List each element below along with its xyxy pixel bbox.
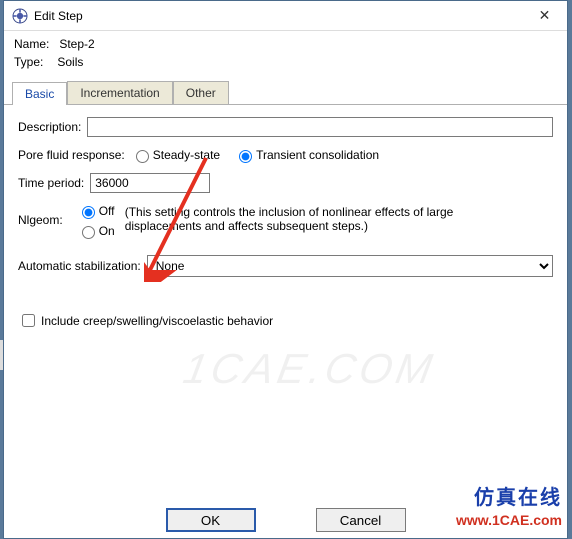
creep-label: Include creep/swelling/viscoelastic beha… xyxy=(41,314,273,328)
tab-other[interactable]: Other xyxy=(173,81,229,104)
description-label: Description: xyxy=(18,120,81,134)
name-row: Name: Step-2 xyxy=(14,37,557,51)
radio-nlgeom-off-label: Off xyxy=(99,204,115,218)
tab-basic[interactable]: Basic xyxy=(12,82,67,105)
close-icon: ✕ xyxy=(539,7,551,24)
description-row: Description: xyxy=(18,117,553,137)
pore-fluid-label: Pore fluid response: xyxy=(18,148,125,162)
description-input[interactable] xyxy=(87,117,553,137)
watermark-text: 1CAE.COM xyxy=(180,345,440,393)
nlgeom-row: Nlgeom: Off On (This setting controls th… xyxy=(18,203,553,243)
radio-nlgeom-off[interactable]: Off xyxy=(77,203,115,219)
time-period-row: Time period: xyxy=(18,173,553,193)
radio-transient-input[interactable] xyxy=(239,150,252,163)
nlgeom-label: Nlgeom: xyxy=(18,203,63,227)
creep-row: Include creep/swelling/viscoelastic beha… xyxy=(18,311,553,330)
radio-steady-state-input[interactable] xyxy=(136,150,149,163)
cancel-button[interactable]: Cancel xyxy=(316,508,406,532)
name-label: Name: xyxy=(14,37,49,51)
time-period-input[interactable] xyxy=(90,173,210,193)
edit-step-dialog: Edit Step ✕ Name: Step-2 Type: Soils Bas… xyxy=(3,0,568,539)
close-button[interactable]: ✕ xyxy=(522,1,567,31)
radio-steady-state[interactable]: Steady-state xyxy=(131,147,220,163)
button-bar: OK Cancel xyxy=(4,500,567,538)
radio-nlgeom-on-input[interactable] xyxy=(82,226,95,239)
tab-incrementation[interactable]: Incrementation xyxy=(67,81,172,104)
titlebar: Edit Step ✕ xyxy=(4,1,567,31)
auto-stab-row: Automatic stabilization: None xyxy=(18,255,553,277)
app-icon xyxy=(12,8,28,24)
auto-stab-label: Automatic stabilization: xyxy=(18,259,141,273)
type-value: Soils xyxy=(57,55,83,69)
ok-button[interactable]: OK xyxy=(166,508,256,532)
name-value: Step-2 xyxy=(59,37,94,51)
tab-bar: Basic Incrementation Other xyxy=(4,75,567,105)
header-fields: Name: Step-2 Type: Soils xyxy=(4,31,567,75)
radio-nlgeom-on-label: On xyxy=(99,224,115,238)
pore-fluid-row: Pore fluid response: Steady-state Transi… xyxy=(18,147,553,163)
type-label: Type: xyxy=(14,55,43,69)
radio-steady-state-label: Steady-state xyxy=(153,148,220,162)
radio-transient-label: Transient consolidation xyxy=(256,148,379,162)
creep-checkbox[interactable] xyxy=(22,314,35,327)
window-title: Edit Step xyxy=(34,9,522,23)
tab-content-basic: 1CAE.COM Description: Pore fluid respons… xyxy=(4,105,567,500)
auto-stab-select[interactable]: None xyxy=(147,255,553,277)
time-period-label: Time period: xyxy=(18,176,84,190)
radio-transient[interactable]: Transient consolidation xyxy=(234,147,379,163)
radio-nlgeom-on[interactable]: On xyxy=(77,223,115,239)
type-row: Type: Soils xyxy=(14,55,557,69)
nlgeom-note: (This setting controls the inclusion of … xyxy=(125,203,455,233)
radio-nlgeom-off-input[interactable] xyxy=(82,206,95,219)
